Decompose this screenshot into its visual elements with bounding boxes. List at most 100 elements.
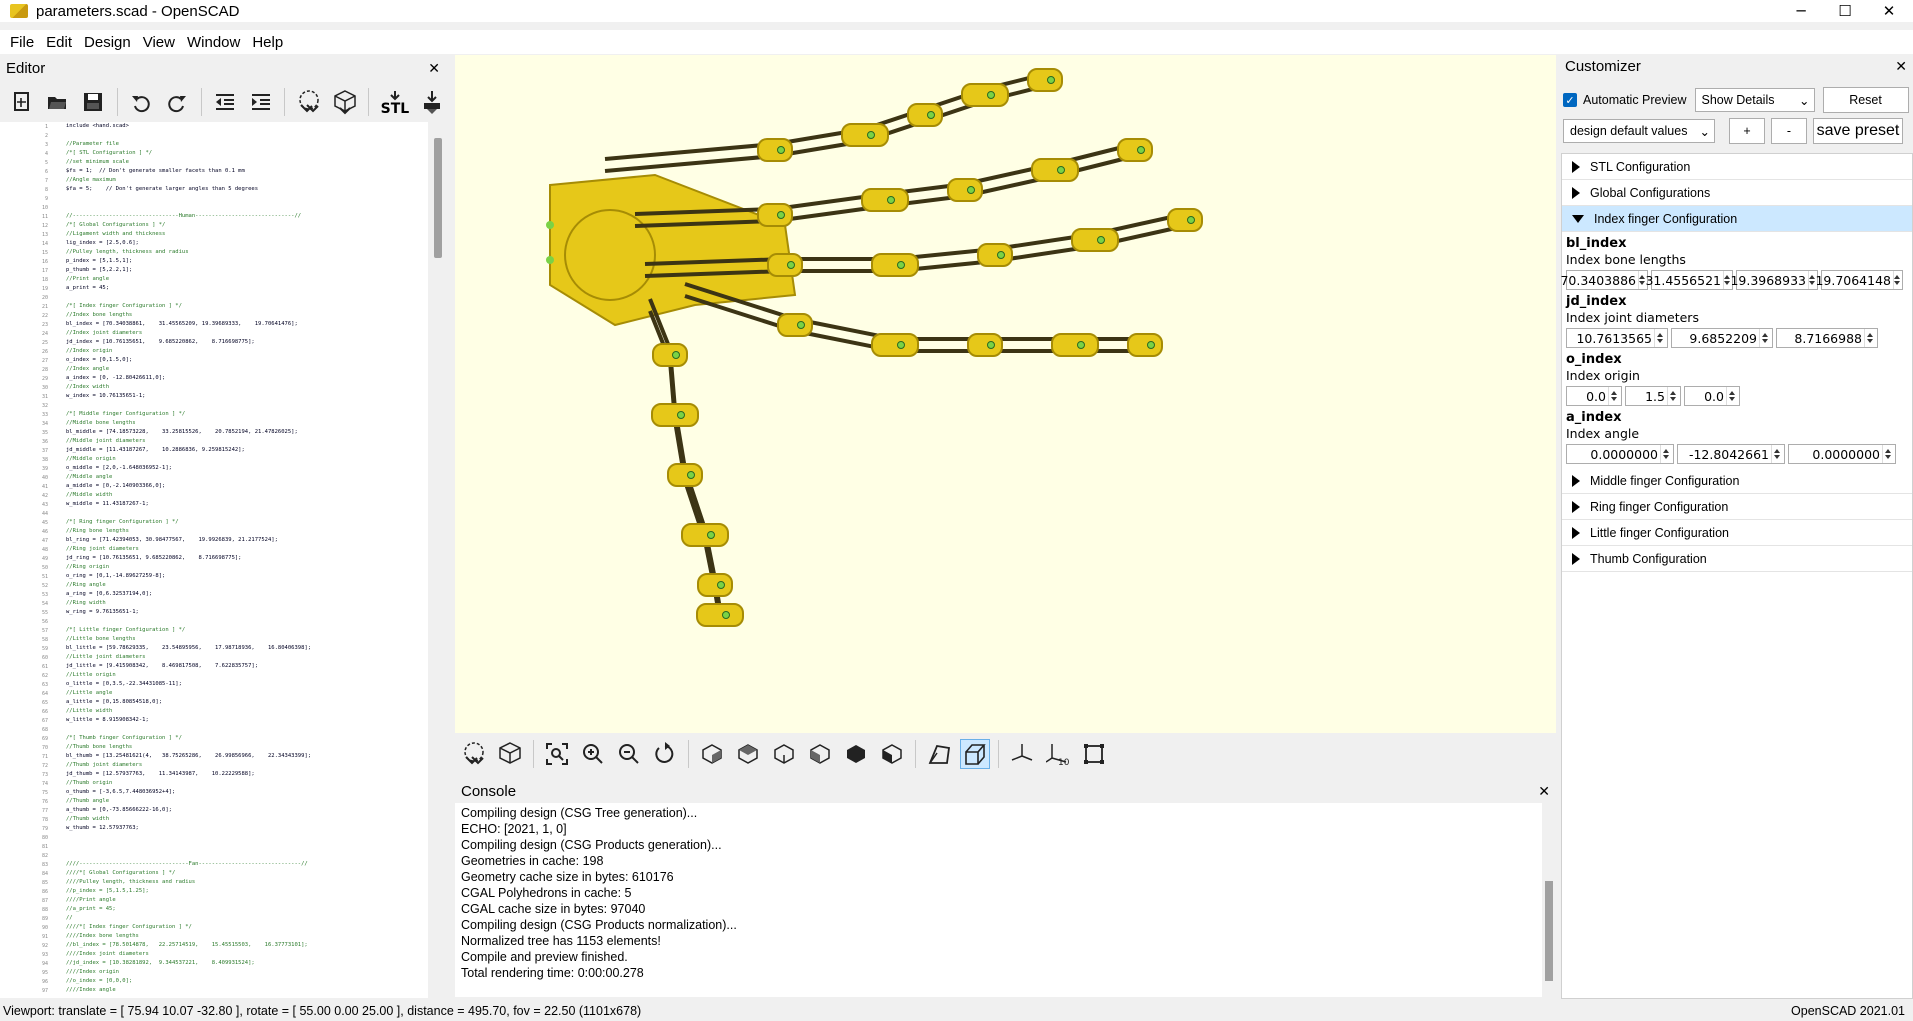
a-index-spinbox-2[interactable]: 0.0000000: [1788, 444, 1896, 464]
phalanx-segment: [651, 403, 699, 427]
save-preset-button[interactable]: save preset: [1813, 118, 1903, 144]
code-line: jd_middle = [11.43187267, 10.2886836, 9.…: [66, 447, 245, 453]
console-scrollbar[interactable]: [1542, 803, 1556, 997]
code-line: a_middle = [0,-2.140903366,0];: [66, 483, 166, 489]
line-number: 2: [44, 133, 48, 139]
close-window-button[interactable]: ✕: [1867, 0, 1911, 22]
section-global-configurations[interactable]: Global Configurations: [1562, 180, 1912, 206]
param-desc-o-index: Index origin: [1566, 368, 1640, 383]
o-index-spinbox-2[interactable]: 0.0: [1684, 386, 1740, 406]
stl-label: STL: [380, 101, 410, 117]
menu-design[interactable]: Design: [78, 34, 137, 51]
view-back-icon[interactable]: [877, 739, 907, 769]
zoom-out-icon[interactable]: [614, 739, 644, 769]
details-combo[interactable]: Show Details ⌄: [1694, 88, 1815, 112]
code-line: a_print = 45;: [66, 285, 110, 291]
bl-index-spinbox-1[interactable]: 31.4556521: [1645, 270, 1733, 290]
menu-help[interactable]: Help: [246, 34, 289, 51]
maximize-button[interactable]: ☐: [1823, 0, 1867, 22]
console-output[interactable]: Compiling design (CSG Tree generation)..…: [455, 803, 1547, 997]
console-scrollbar-thumb[interactable]: [1545, 881, 1553, 981]
code-line: //Pulley length, thickness and radius: [66, 249, 189, 255]
line-number: 66: [41, 709, 48, 715]
code-line: //--------------------------------Human-…: [66, 213, 302, 219]
line-number: 88: [41, 907, 48, 913]
a-index-spinbox-0[interactable]: 0.0000000: [1566, 444, 1674, 464]
code-line: //: [66, 915, 73, 921]
indent-icon[interactable]: [247, 87, 275, 117]
open-file-icon[interactable]: [44, 87, 72, 117]
customizer-close-icon[interactable]: ✕: [1895, 58, 1907, 75]
code-line: //Index joint diameters: [66, 330, 143, 336]
show-axes-icon[interactable]: [1007, 739, 1037, 769]
line-number: 8: [44, 187, 48, 193]
code-line: //Index bone lengths: [66, 312, 133, 318]
orthogonal-icon[interactable]: [960, 739, 990, 769]
line-number: 39: [41, 466, 48, 472]
section-index-finger-configuration[interactable]: Index finger Configuration: [1562, 206, 1912, 232]
console-close-icon[interactable]: ✕: [1538, 783, 1550, 800]
view-front-icon[interactable]: [841, 739, 871, 769]
bl-index-spinbox-0[interactable]: 70.3403886: [1560, 270, 1648, 290]
bl-index-spinbox-3[interactable]: 19.7064148: [1815, 270, 1903, 290]
new-file-icon[interactable]: [8, 87, 36, 117]
o-index-spinbox-1[interactable]: 1.5: [1625, 386, 1681, 406]
bl-index-spinbox-2[interactable]: 19.3968933: [1730, 270, 1818, 290]
jd-index-spinbox-2[interactable]: 8.7166988: [1776, 328, 1878, 348]
menu-file[interactable]: File: [4, 34, 40, 51]
jd-index-spinbox-1[interactable]: 9.6852209: [1671, 328, 1773, 348]
save-icon[interactable]: [79, 87, 107, 117]
jd-index-spinbox-0[interactable]: 10.7613565: [1566, 328, 1668, 348]
section-middle-finger-configuration[interactable]: Middle finger Configuration: [1562, 468, 1912, 494]
unindent-icon[interactable]: [211, 87, 239, 117]
menu-window[interactable]: Window: [181, 34, 246, 51]
view-right-icon[interactable]: [697, 739, 727, 769]
line-number: 77: [41, 808, 48, 814]
preview-icon[interactable]: [295, 87, 323, 117]
remove-preset-button[interactable]: -: [1771, 118, 1807, 144]
undo-icon[interactable]: [127, 87, 155, 117]
section-stl-configuration[interactable]: STL Configuration: [1562, 154, 1912, 180]
code-editor[interactable]: 1 2 3 4 5 6 7 8 9 10 11 12 13 14 15 16 17 18 19 20 21 22 23 24 2…: [0, 122, 428, 998]
reset-button[interactable]: Reset: [1822, 87, 1909, 113]
render-icon[interactable]: [331, 87, 359, 117]
code-line: //Middle joint diameters: [66, 438, 146, 444]
view-top-icon[interactable]: [733, 739, 763, 769]
preset-combo[interactable]: design default values ⌄: [1563, 119, 1715, 143]
editor-scrollbar[interactable]: [430, 122, 446, 998]
joint-pin: [1077, 341, 1085, 349]
section-thumb-configuration[interactable]: Thumb Configuration: [1562, 546, 1912, 572]
show-scale-markers-icon[interactable]: 10: [1043, 739, 1073, 769]
section-little-finger-configuration[interactable]: Little finger Configuration: [1562, 520, 1912, 546]
preview-icon[interactable]: [459, 739, 489, 769]
send-to-print-icon[interactable]: [419, 87, 447, 117]
editor-close-icon[interactable]: ✕: [428, 60, 440, 77]
console-line: Total rendering time: 0:00:00.278: [461, 966, 644, 980]
3d-viewport[interactable]: [455, 55, 1556, 733]
render-icon[interactable]: [495, 739, 525, 769]
view-left-icon[interactable]: [805, 739, 835, 769]
code-line: ////Index origin: [66, 969, 119, 975]
zoom-in-icon[interactable]: [578, 739, 608, 769]
line-number: 46: [41, 529, 48, 535]
view-all-icon[interactable]: [542, 739, 572, 769]
code-line: ////Index angle: [66, 987, 116, 993]
export-stl-icon[interactable]: STL: [379, 87, 410, 117]
menu-view[interactable]: View: [137, 34, 181, 51]
redo-icon[interactable]: [163, 87, 191, 117]
o-index-spinbox-0[interactable]: 0.0: [1566, 386, 1622, 406]
reset-view-icon[interactable]: [650, 739, 680, 769]
perspective-icon[interactable]: [924, 739, 954, 769]
minimize-button[interactable]: ─: [1779, 0, 1823, 22]
line-number: 82: [41, 853, 48, 859]
view-bottom-icon[interactable]: [769, 739, 799, 769]
section-ring-finger-configuration[interactable]: Ring finger Configuration: [1562, 494, 1912, 520]
show-edges-icon[interactable]: [1079, 739, 1109, 769]
editor-scrollbar-thumb[interactable]: [434, 138, 442, 258]
a-index-spinbox-1[interactable]: -12.8042661: [1677, 444, 1785, 464]
add-preset-button[interactable]: +: [1729, 118, 1765, 144]
automatic-preview-checkbox[interactable]: ✓: [1563, 93, 1577, 107]
menu-edit[interactable]: Edit: [40, 34, 78, 51]
param-desc-bl-index: Index bone lengths: [1566, 252, 1686, 267]
param-desc-a-index: Index angle: [1566, 426, 1640, 441]
